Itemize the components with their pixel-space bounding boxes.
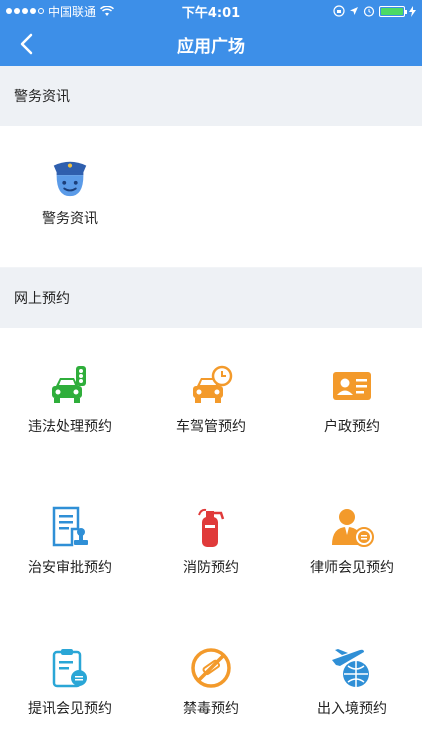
section-body-news: 警务资讯 [0,126,422,267]
wifi-icon [100,5,115,16]
section-header-news: 警务资讯 [0,66,422,126]
app-label: 消防预约 [183,560,239,576]
app-interrogation-meeting-booking[interactable]: 提讯会见预约 [0,646,140,746]
charging-icon [409,5,416,17]
location-icon [350,7,358,15]
status-bar: 中国联通 下午4:01 [0,0,422,22]
no-drugs-icon [189,646,233,690]
app-label: 治安审批预约 [28,560,112,576]
airplane-globe-icon [330,646,374,690]
app-label: 律师会见预约 [310,560,394,576]
app-label: 出入境预约 [317,701,387,717]
app-police-news[interactable]: 警务资讯 [0,156,140,256]
status-time: 下午4:01 [181,5,241,21]
car-traffic-light-icon [48,364,92,408]
car-clock-icon [189,364,233,408]
app-vehicle-license-booking[interactable]: 车驾管预约 [141,364,281,464]
app-household-booking[interactable]: 户政预约 [282,364,422,464]
police-icon [48,156,92,200]
lawyer-icon [330,505,374,549]
app-violation-booking[interactable]: 违法处理预约 [0,364,140,464]
document-stamp-icon [48,505,92,549]
app-label: 提讯会见预约 [28,701,112,717]
app-security-approval-booking[interactable]: 治安审批预约 [0,505,140,605]
section-header-booking: 网上预约 [0,268,422,328]
carrier-name: 中国联通 [48,4,97,19]
app-label: 违法处理预约 [28,419,112,435]
app-label: 警务资讯 [42,211,98,227]
app-label: 户政预约 [324,419,380,435]
clipboard-meeting-icon [48,646,92,690]
app-anti-drug-booking[interactable]: 禁毒预约 [141,646,281,746]
section-title: 网上预约 [14,291,70,307]
battery-icon [379,5,407,17]
app-label: 禁毒预约 [183,701,239,717]
id-card-icon [330,364,374,408]
nav-bar: 应用广场 [0,22,422,66]
alarm-icon [363,6,375,17]
app-label: 车驾管预约 [176,419,246,435]
chevron-left-icon [20,33,33,55]
fire-extinguisher-icon [189,505,233,549]
section-title: 警务资讯 [14,89,70,105]
app-lawyer-meeting-booking[interactable]: 律师会见预约 [282,505,422,605]
app-fire-booking[interactable]: 消防预约 [141,505,281,605]
back-button[interactable] [12,30,40,58]
app-exit-entry-booking[interactable]: 出入境预约 [282,646,422,746]
page-title: 应用广场 [177,36,245,57]
signal-strength-icon [6,8,44,14]
section-body-booking: 违法处理预约 车驾管预约 户政预约 治安审批预约 消防预约 律师会见预约 提讯会… [0,328,422,750]
rotation-lock-icon [333,5,345,17]
